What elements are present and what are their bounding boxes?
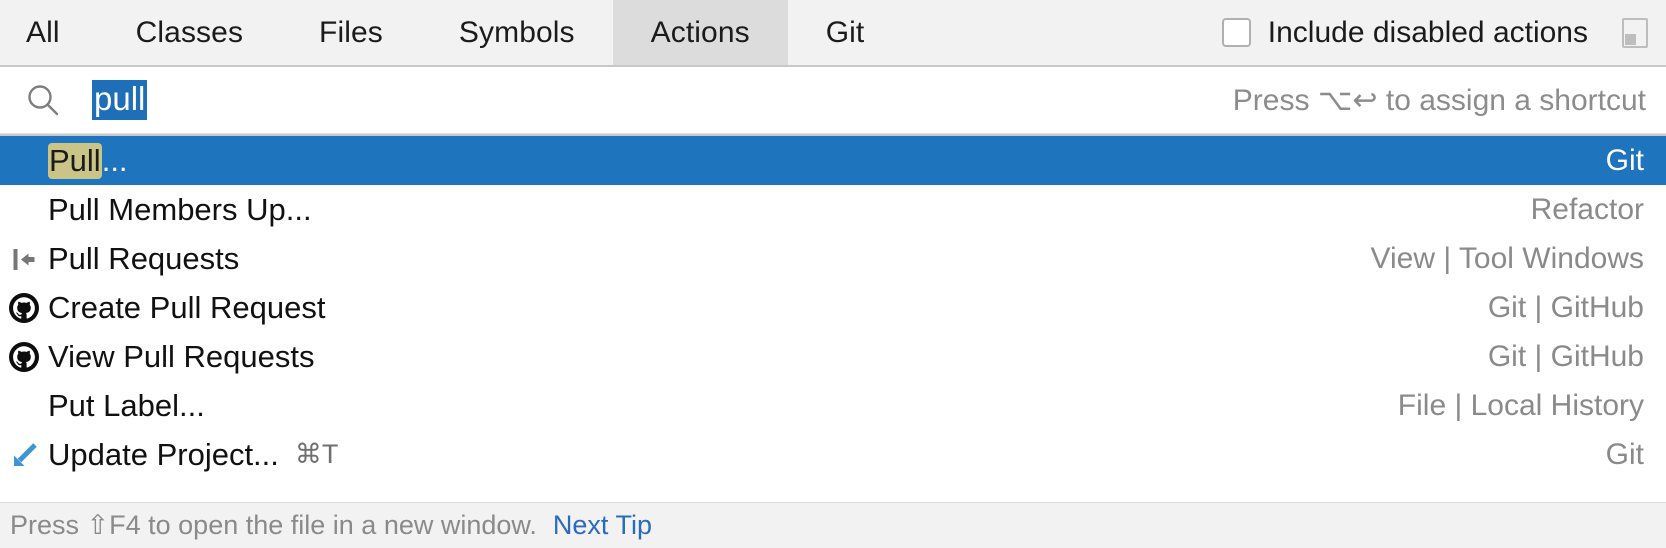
result-label: Create Pull Request xyxy=(48,290,325,326)
result-row[interactable]: Pull... Git xyxy=(0,136,1666,185)
result-row[interactable]: View Pull Requests Git | GitHub xyxy=(0,332,1666,381)
result-label-text: ... xyxy=(101,142,128,178)
result-row[interactable]: Put Label... File | Local History xyxy=(0,381,1666,430)
tab-symbols[interactable]: Symbols xyxy=(421,0,613,65)
search-row[interactable]: pull Press ⌥↩ to assign a shortcut xyxy=(0,67,1666,133)
result-icon-cell xyxy=(0,283,48,332)
result-icon-cell xyxy=(0,234,48,283)
result-label: Update Project... xyxy=(48,437,279,473)
result-label-text: Put Label... xyxy=(48,387,205,423)
no-icon xyxy=(9,146,39,176)
result-shortcut: ⌘T xyxy=(294,439,339,469)
header-right-controls: Include disabled actions xyxy=(1221,0,1666,65)
result-group-label: Git | GitHub xyxy=(1487,290,1644,324)
result-row[interactable]: Pull Members Up... Refactor xyxy=(0,185,1666,234)
results-list: Pull... Git Pull Members Up... Refactor Pull… xyxy=(0,136,1666,502)
result-label: Pull Requests xyxy=(48,241,239,277)
result-label-text: Pull Members Up... xyxy=(48,191,312,227)
update-project-icon xyxy=(9,440,39,470)
pull-request-icon xyxy=(9,244,39,274)
result-label-text: View Pull Requests xyxy=(48,338,315,374)
search-icon xyxy=(26,83,60,117)
tab-git[interactable]: Git xyxy=(788,0,903,65)
tab-all[interactable]: All xyxy=(0,0,98,65)
github-icon xyxy=(8,292,40,324)
next-tip-link[interactable]: Next Tip xyxy=(553,510,652,541)
result-label-text: Create Pull Request xyxy=(48,289,326,325)
pin-window-icon[interactable] xyxy=(1622,17,1648,48)
github-icon xyxy=(8,341,40,373)
result-group-label: Git xyxy=(1605,437,1644,471)
result-label-match: Pull xyxy=(48,142,102,179)
tab-list: All Classes Files Symbols Actions Git xyxy=(0,0,902,65)
search-everywhere-dialog: All Classes Files Symbols Actions Git Include… xyxy=(0,0,1666,548)
tab-bar: All Classes Files Symbols Actions Git Include… xyxy=(0,0,1666,65)
result-label-text: Update Project... xyxy=(48,436,279,472)
tab-actions[interactable]: Actions xyxy=(612,0,788,65)
status-tip-text: Press ⇧F4 to open the file in a new wind… xyxy=(10,510,537,540)
result-group-label: File | Local History xyxy=(1397,388,1644,422)
no-icon xyxy=(9,195,39,225)
result-label: Pull Members Up... xyxy=(48,192,312,228)
result-group-label: Git | GitHub xyxy=(1487,339,1644,373)
result-label: Pull... xyxy=(48,142,128,179)
checkbox-box-icon[interactable] xyxy=(1221,18,1251,47)
result-icon-cell xyxy=(0,332,48,381)
search-input-value[interactable]: pull xyxy=(92,79,148,121)
tab-classes[interactable]: Classes xyxy=(98,0,281,65)
pin-window-fill xyxy=(1625,33,1636,45)
result-icon-cell xyxy=(0,136,48,185)
result-label: View Pull Requests xyxy=(48,339,315,375)
result-group-label: Refactor xyxy=(1530,192,1644,226)
result-icon-cell xyxy=(0,430,48,479)
result-label: Put Label... xyxy=(48,388,205,424)
result-group-label: Git xyxy=(1605,143,1644,177)
status-bar: Press ⇧F4 to open the file in a new wind… xyxy=(0,502,1666,548)
result-icon-cell xyxy=(0,185,48,234)
search-input[interactable]: pull xyxy=(92,79,1213,121)
result-label-text: Pull Requests xyxy=(48,240,240,276)
assign-shortcut-hint: Press ⌥↩ to assign a shortcut xyxy=(1232,83,1646,117)
tab-files[interactable]: Files xyxy=(281,0,421,65)
result-row[interactable]: Pull Requests View | Tool Windows xyxy=(0,234,1666,283)
result-group-label: View | Tool Windows xyxy=(1370,241,1644,275)
result-row[interactable]: Update Project... ⌘T Git xyxy=(0,430,1666,479)
include-disabled-actions-label: Include disabled actions xyxy=(1267,15,1588,49)
include-disabled-actions-checkbox[interactable]: Include disabled actions xyxy=(1221,15,1588,50)
result-row[interactable]: Create Pull Request Git | GitHub xyxy=(0,283,1666,332)
no-icon xyxy=(9,391,39,421)
result-icon-cell xyxy=(0,381,48,430)
